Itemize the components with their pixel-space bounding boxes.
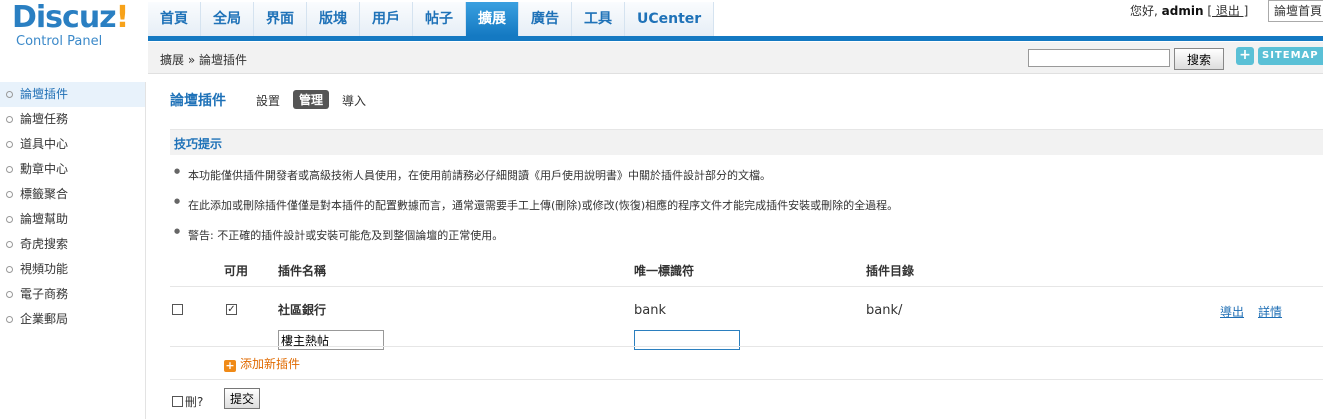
sitemap-button[interactable]: SITEMAP [1258,47,1323,65]
username: admin [1161,4,1204,18]
plugin-identifier: bank [634,303,666,318]
sidebar-item-medal-center[interactable]: 勳章中心 [0,157,145,182]
delete-label: 刪? [185,395,204,409]
enabled-checkbox[interactable]: ✓ [226,304,237,315]
delete-all-checkbox[interactable] [172,396,183,407]
nav-interface[interactable]: 界面 [254,2,307,36]
nav-global[interactable]: 全局 [201,2,254,36]
breadcrumb-bar: 擴展 » 論壇插件 搜索 + SITEMAP [148,42,1323,74]
plugin-directory: bank/ [866,303,903,318]
add-shortcut-icon[interactable]: + [1236,47,1254,65]
new-plugin-name-input[interactable] [278,330,384,350]
header-enabled: 可用 [224,264,249,278]
nav-posts[interactable]: 帖子 [413,2,466,36]
nav-ads[interactable]: 廣告 [519,2,572,36]
nav-underline [148,36,1323,41]
divider [170,379,1323,380]
submit-button[interactable]: 提交 [224,388,260,409]
sidebar-item-enterprise-mail[interactable]: 企業郵局 [0,307,145,332]
user-bar: 您好, admin [ 退出 ] [1130,2,1248,19]
nav-home[interactable]: 首頁 [148,2,201,36]
add-plugin-label: 添加新插件 [240,357,301,371]
page-title: 論壇插件 [170,93,226,109]
nav-users[interactable]: 用戶 [360,2,413,36]
header-identifier: 唯一標識符 [634,264,695,278]
search-button[interactable]: 搜索 [1174,48,1224,70]
forum-home-select[interactable]: 論壇首頁 [1268,0,1323,22]
new-plugin-identifier-input[interactable] [634,330,740,350]
nav-ucenter[interactable]: UCenter [625,2,715,36]
search-input[interactable] [1028,49,1170,67]
nav-forums[interactable]: 版塊 [307,2,360,36]
breadcrumb: 擴展 » 論壇插件 [160,53,247,67]
tip-2: 在此添加或刪除插件僅僅是對本插件的配置數據而言，通常還需要手工上傳(刪除)或修改… [174,197,898,213]
header: Discuz! Control Panel 首頁 全局 界面 版塊 用戶 帖子 … [0,0,1323,49]
sidebar-item-video[interactable]: 視頻功能 [0,257,145,282]
delete-checkbox[interactable] [172,304,183,315]
logo-text: Discuz! [12,0,129,35]
plus-icon: + [224,359,236,372]
sidebar-item-ecommerce[interactable]: 電子商務 [0,282,145,307]
sidebar-item-props-center[interactable]: 道具中心 [0,132,145,157]
tab-import[interactable]: 導入 [342,92,366,109]
tips-title: 技巧提示 [174,137,223,151]
plugin-name: 社區銀行 [278,303,327,317]
tips-header: 技巧提示 [170,129,1323,155]
greeting: 您好, [1130,4,1158,18]
sidebar-item-qihoo-search[interactable]: 奇虎搜索 [0,232,145,257]
divider [170,346,1323,347]
sidebar-item-forum-plugins[interactable]: 論壇插件 [0,82,145,107]
nav-extensions[interactable]: 擴展 [466,2,519,36]
logo[interactable]: Discuz! Control Panel [0,0,148,70]
tab-settings[interactable]: 設置 [256,92,280,109]
tip-1: 本功能僅供插件開發者或高級技術人員使用，在使用前請務必仔細閱讀《用戶使用說明書》… [174,167,771,183]
details-link[interactable]: 詳情 [1258,303,1282,320]
add-plugin-link[interactable]: + 添加新插件 [224,355,300,372]
header-directory: 插件目錄 [866,264,915,278]
divider [170,286,1323,287]
tip-3: 警告: 不正確的插件設計或安裝可能危及到整個論壇的正常使用。 [174,227,503,243]
logout-link[interactable]: [ 退出 ] [1207,4,1248,18]
export-link[interactable]: 導出 [1220,303,1244,320]
tab-manage[interactable]: 管理 [293,90,330,109]
header-name: 插件名稱 [278,264,327,278]
sidebar: 論壇插件 論壇任務 道具中心 勳章中心 標籤聚合 論壇幫助 奇虎搜索 視頻功能 … [0,82,146,419]
nav-tools[interactable]: 工具 [572,2,625,36]
main-nav: 首頁 全局 界面 版塊 用戶 帖子 擴展 廣告 工具 UCenter [148,2,715,36]
sidebar-item-tag-aggregation[interactable]: 標籤聚合 [0,182,145,207]
sidebar-item-forum-tasks[interactable]: 論壇任務 [0,107,145,132]
logo-subtitle: Control Panel [16,34,103,49]
sidebar-item-forum-help[interactable]: 論壇幫助 [0,207,145,232]
